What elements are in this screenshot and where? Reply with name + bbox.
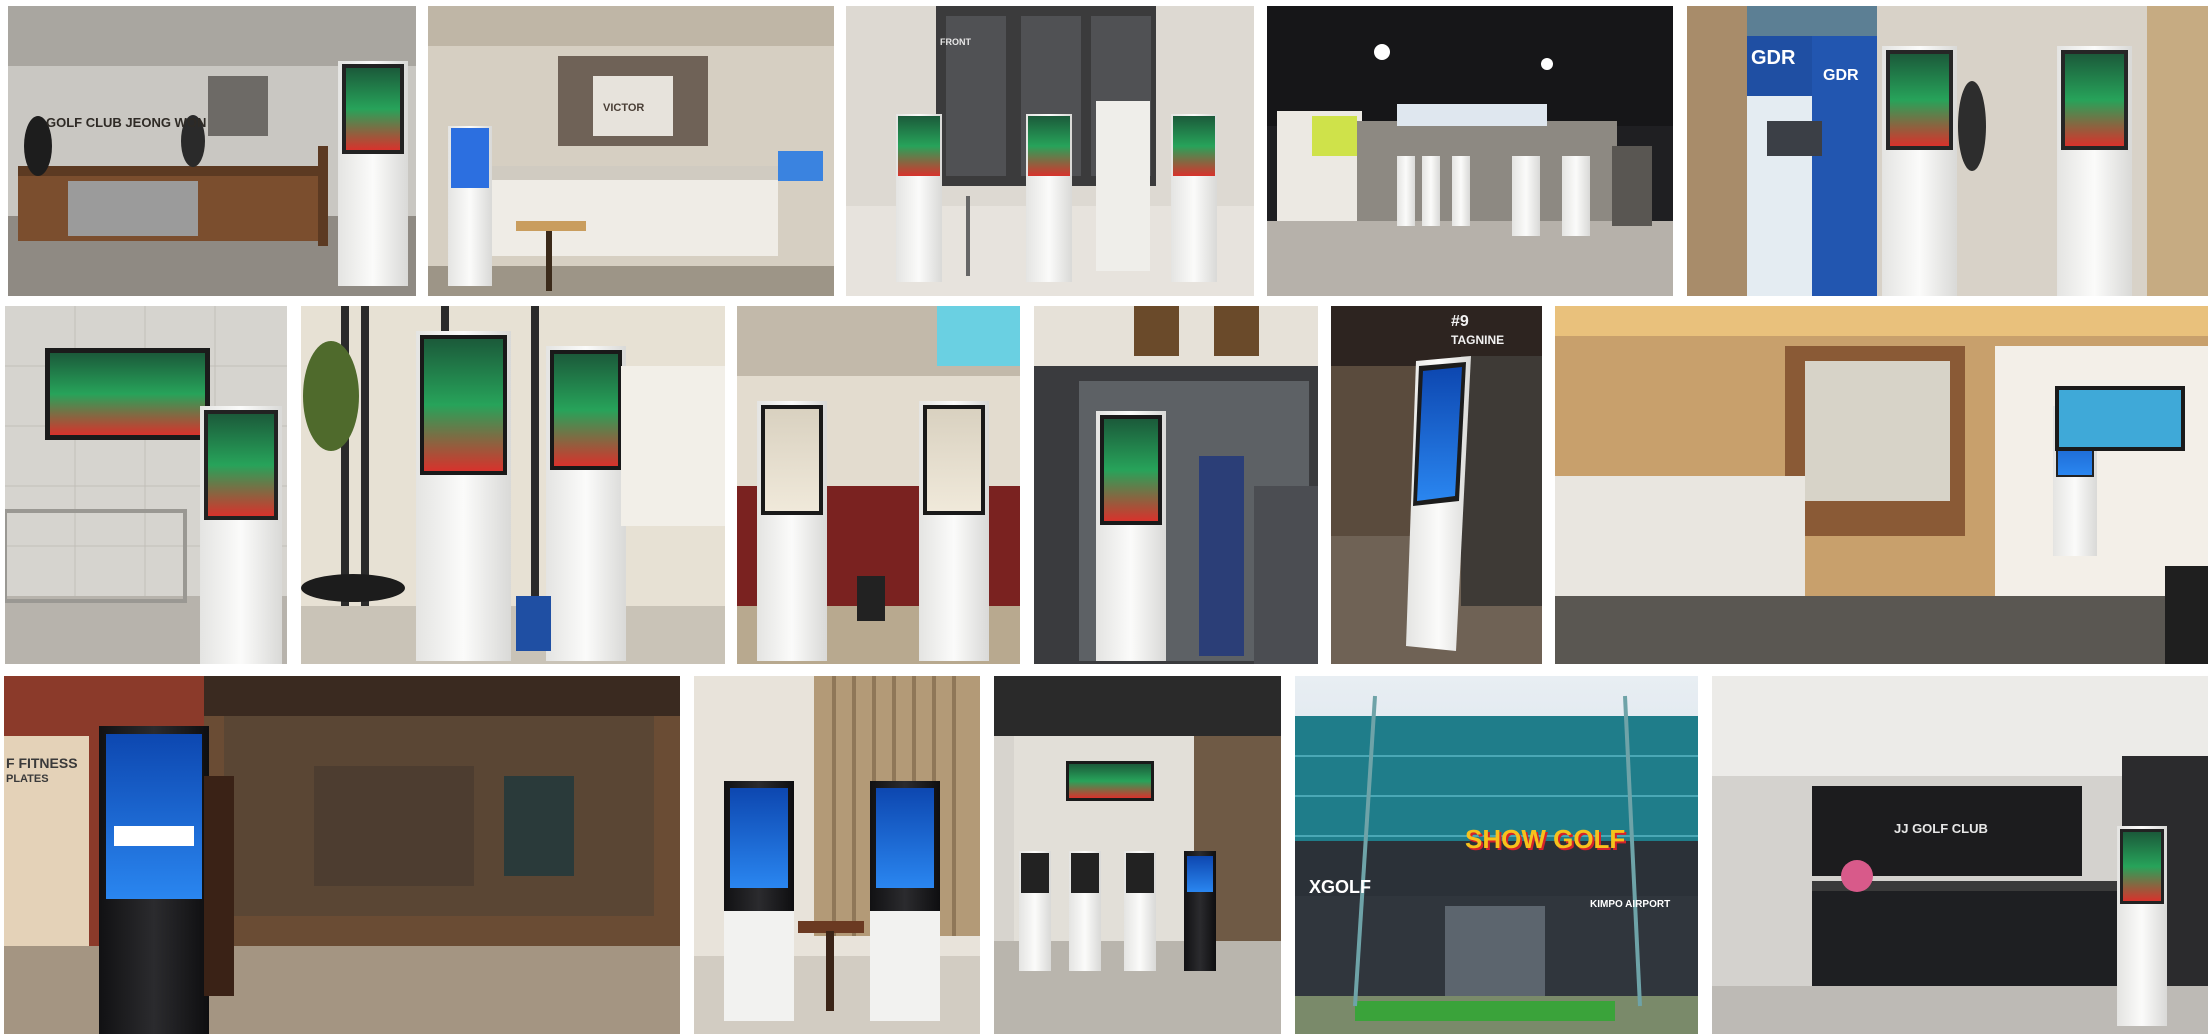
photo-dark-hall-kiosk-row <box>1267 6 1673 296</box>
sign-gdr-right: GDR <box>1823 67 1859 84</box>
sign-hash-nine: #9 <box>1451 313 1469 330</box>
photo-four-kiosks-corridor <box>994 676 1281 1034</box>
sign-show-golf: SHOW GOLF <box>1465 824 1626 854</box>
sign-tagnine: TAGNINE <box>1451 333 1505 347</box>
photo-golf-club-jeong-won-lobby: GOLF CLUB JEONG WON <box>8 6 416 296</box>
sign-front: FRONT <box>940 37 971 47</box>
sign-gdr-left: GDR <box>1751 47 1796 69</box>
photo-show-golf-building: SHOW GOLF XGOLF KIMPO AIRPORT <box>1295 676 1698 1034</box>
photo-gdr-banner-kiosks: GDR GDR <box>1687 6 2208 296</box>
photo-two-kiosks-counter <box>737 306 1020 664</box>
photo-kiosk-tiled-wall-screen <box>5 306 287 664</box>
photo-jj-golf-club-reception: JJ GOLF CLUB <box>1712 676 2208 1034</box>
photo-slanted-kiosk-tagnine: #9 TAGNINE <box>1331 306 1542 664</box>
photo-victor-lobby-kiosk: VICTOR <box>428 6 834 296</box>
photo-three-kiosks-lobby: FRONT <box>846 6 1254 296</box>
sign-fitness: F FITNESS <box>6 755 78 771</box>
photo-two-kiosks-cafe <box>301 306 725 664</box>
photo-fitness-shop-kiosk: F FITNESS PLATES <box>4 676 680 1034</box>
sign-golf-club-jeong-won: GOLF CLUB JEONG WON <box>46 115 207 130</box>
sign-kimpo-airport: KIMPO AIRPORT <box>1590 899 1671 910</box>
photo-twin-blue-kiosks-wood-wall <box>694 676 980 1034</box>
sign-plates: PLATES <box>6 773 49 785</box>
photo-kiosk-glass-door <box>1034 306 1318 664</box>
sign-jj-golf-club: JJ GOLF CLUB <box>1894 821 1988 836</box>
photo-reception-counter-kiosk <box>1555 306 2208 664</box>
sign-victor: VICTOR <box>603 102 645 114</box>
sign-xgolf: XGOLF <box>1309 877 1371 897</box>
